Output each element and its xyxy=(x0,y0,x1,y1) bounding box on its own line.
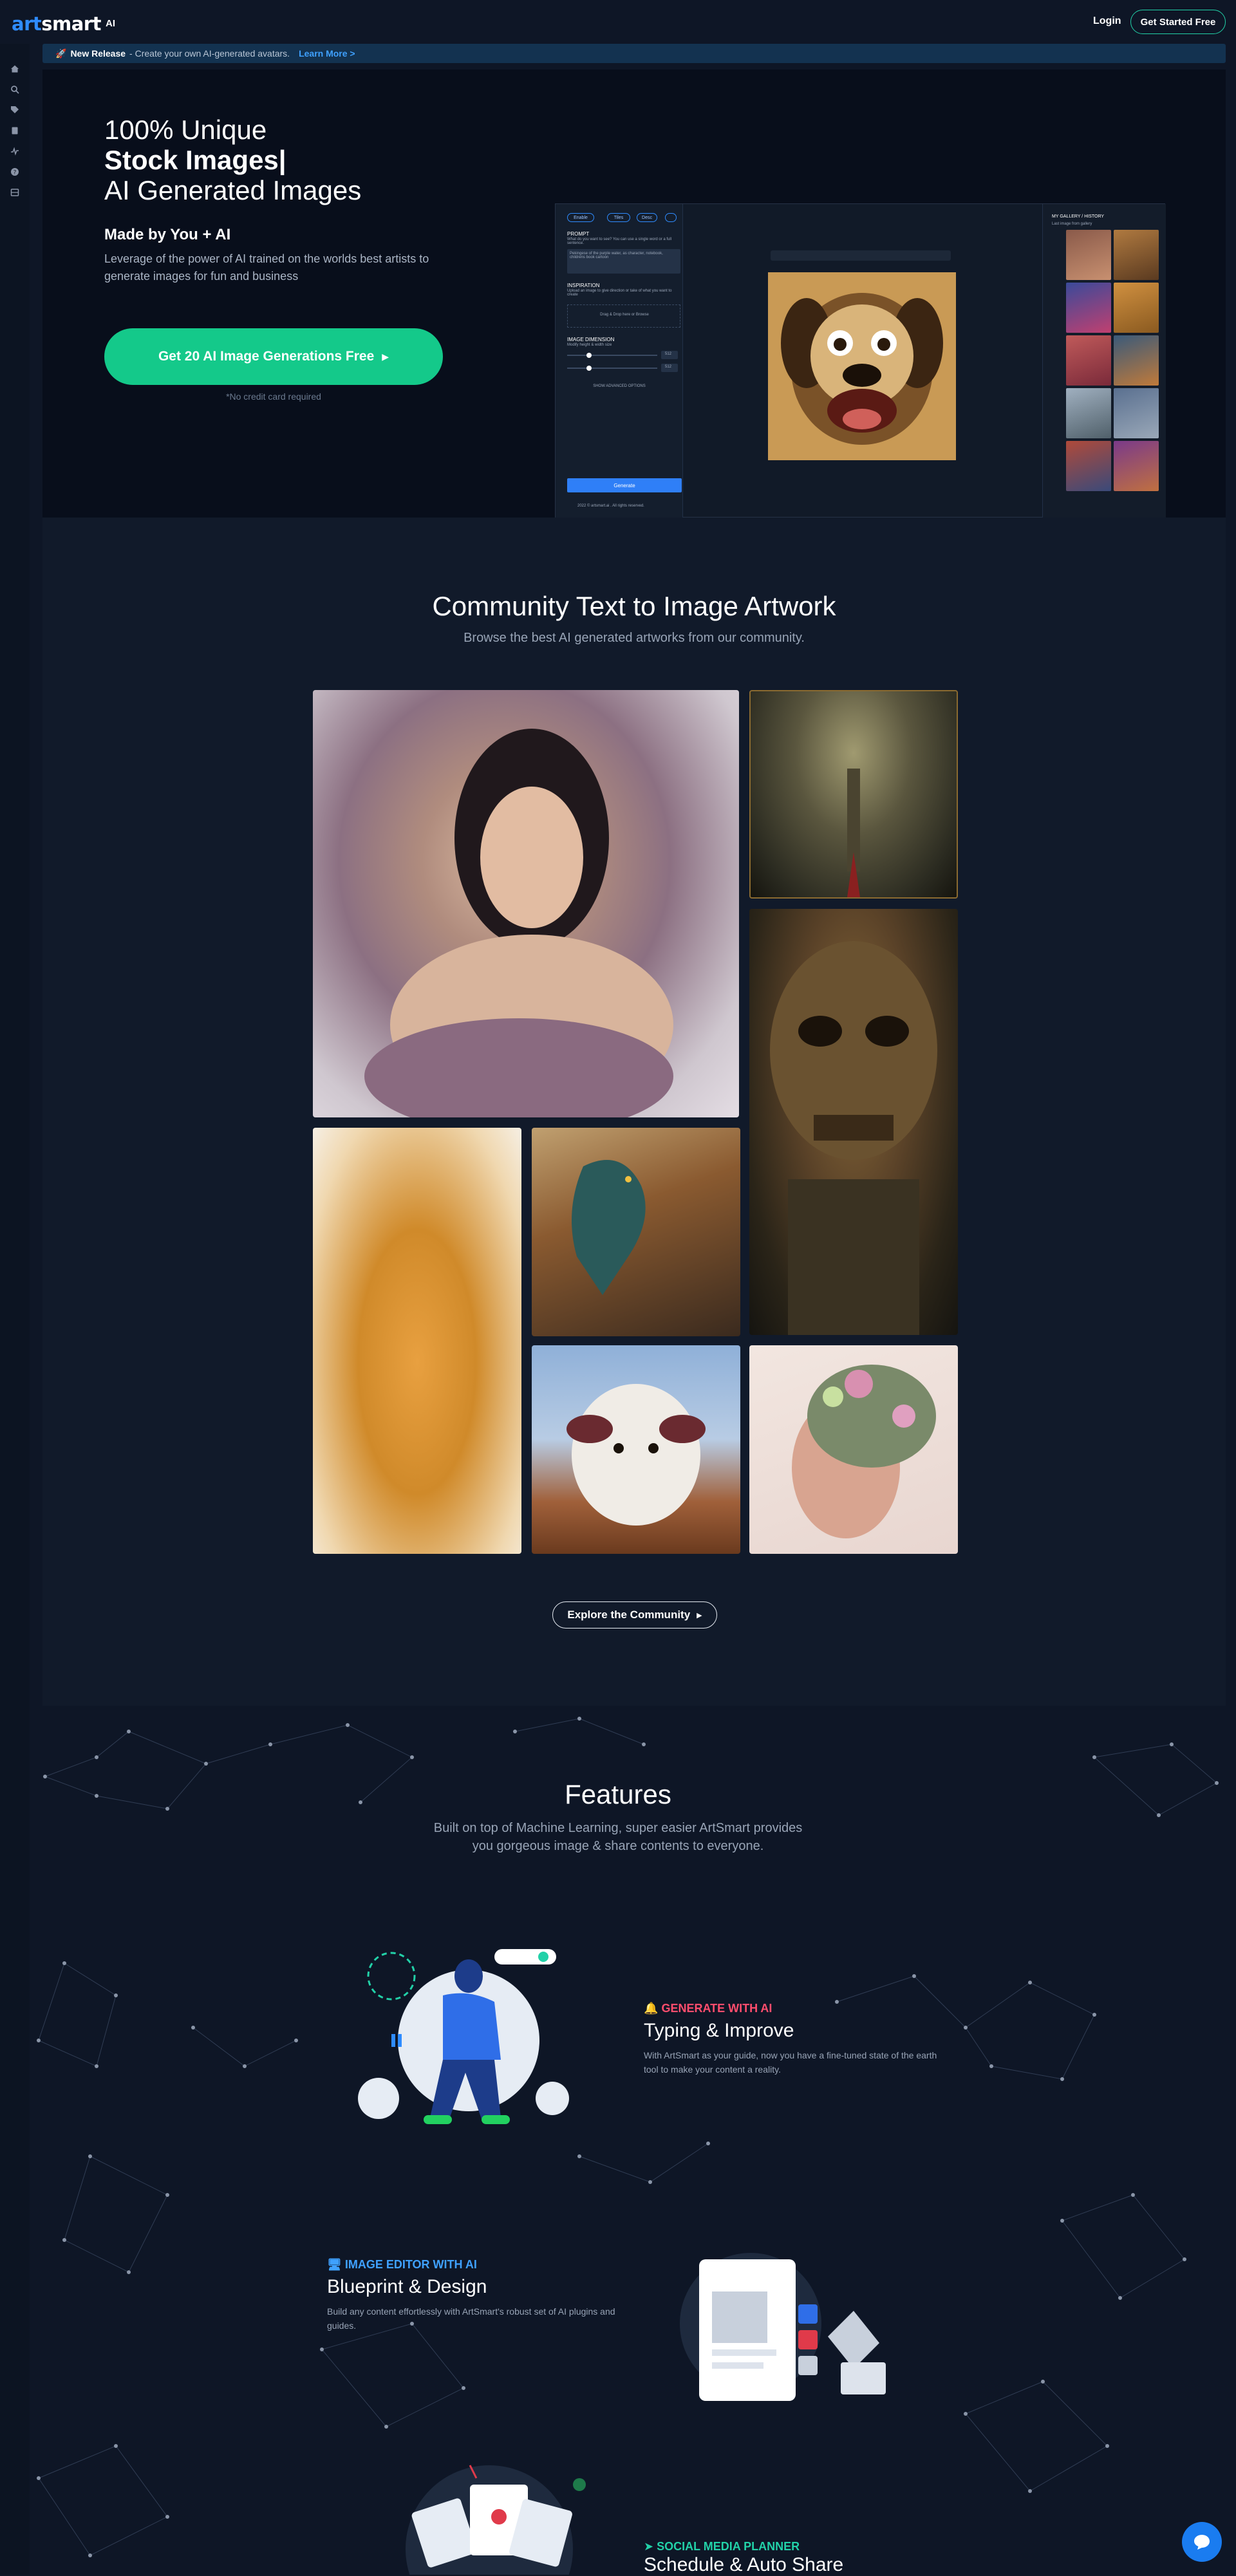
top-bar: artsmart AI Login Get Started Free xyxy=(0,0,1236,44)
hero-cta-button[interactable]: Get 20 AI Image Generations Free ▶ xyxy=(104,328,443,385)
artwork-flower-face[interactable] xyxy=(749,1345,958,1554)
home-icon[interactable] xyxy=(9,63,21,75)
feature1-label: 🔔 GENERATE WITH AI xyxy=(644,2002,772,2015)
chat-widget-button[interactable] xyxy=(1182,2522,1222,2562)
mock-advanced-options: SHOW ADVANCED OPTIONS xyxy=(593,384,646,388)
gallery-thumb xyxy=(1114,441,1159,491)
mock-prompt-hint: What do you want to see? You can use a s… xyxy=(567,238,672,245)
tag-icon[interactable] xyxy=(9,104,21,116)
bell-icon: 🔔 xyxy=(644,2002,659,2015)
mock-top-toolbar xyxy=(771,250,951,261)
mock-prompt-label: PROMPT xyxy=(567,231,590,237)
hero-description: Leverage of the power of AI trained on t… xyxy=(104,252,429,283)
generated-dog-image xyxy=(768,272,956,460)
mock-slider-2 xyxy=(567,366,657,371)
app-preview-left-panel: Enable Tiles Desc PROMPT What do you wan… xyxy=(556,204,683,518)
send-icon: ➤ xyxy=(644,2540,654,2553)
gallery-thumb xyxy=(1066,388,1111,438)
hero-section: 100% Unique Stock Images| AI Generated I… xyxy=(42,70,1226,518)
mock-prompt-input: Pekingese of the purple water, as charac… xyxy=(567,249,680,274)
cta-label: Get 20 AI Image Generations Free xyxy=(158,349,375,364)
explore-community-button[interactable]: Explore the Community ▶ xyxy=(552,1601,717,1629)
artwork-dragon[interactable] xyxy=(532,1128,740,1336)
mock-footer: 2022 © artsmart.ai . All rights reserved… xyxy=(577,504,644,508)
activity-icon[interactable] xyxy=(9,145,21,157)
release-banner: 🚀 New Release - Create your own AI-gener… xyxy=(42,44,1226,63)
mock-inspiration-label: INSPIRATION xyxy=(567,283,600,288)
artwork-orange-texture[interactable] xyxy=(313,1128,521,1554)
no-credit-card-note: *No credit card required xyxy=(226,391,321,402)
features-section: Features Built on top of Machine Learnin… xyxy=(0,1706,1236,2575)
gallery-thumb xyxy=(1114,230,1159,280)
book-icon[interactable] xyxy=(9,125,21,136)
mock-bottom-toolbar xyxy=(771,474,951,483)
community-section: Community Text to Image Artwork Browse t… xyxy=(42,518,1226,1706)
app-preview: Enable Tiles Desc PROMPT What do you wan… xyxy=(555,203,1166,518)
artwork-throne-room[interactable] xyxy=(749,690,958,899)
mock-tag-tiles: Tiles xyxy=(607,213,630,222)
hero-title-line2: Stock Images| xyxy=(104,145,286,175)
grid-icon[interactable] xyxy=(9,187,21,198)
mock-tag-user xyxy=(665,213,677,222)
hero-title-line1: 100% Unique xyxy=(104,115,267,145)
feature1-title: Typing & Improve xyxy=(644,2020,794,2041)
banner-text: - Create your own AI-generated avatars. xyxy=(129,48,290,59)
mock-gallery-title: MY GALLERY / HISTORY xyxy=(1052,214,1105,219)
feature3-title: Schedule & Auto Share xyxy=(644,2554,844,2575)
mock-dimension-hint: Modify height & width size xyxy=(567,343,612,347)
features-title: Features xyxy=(565,1779,671,1809)
explore-label: Explore the Community xyxy=(567,1609,691,1621)
mock-tag-enable: Enable xyxy=(567,213,594,222)
feature3-label: ➤ SOCIAL MEDIA PLANNER xyxy=(644,2540,800,2553)
feature-illustration-typing xyxy=(353,1937,572,2131)
features-subtitle: Built on top of Machine Learning, super … xyxy=(433,1821,803,1853)
gallery-thumb xyxy=(1114,388,1159,438)
search-icon[interactable] xyxy=(9,84,21,95)
mock-gallery-hint: Last image from gallery xyxy=(1052,222,1092,226)
mock-dropzone: Drag & Drop here or Browse xyxy=(567,304,680,328)
mock-tag-desc: Desc xyxy=(637,213,657,222)
gallery-thumb xyxy=(1066,335,1111,386)
app-preview-gallery-panel: MY GALLERY / HISTORY Last image from gal… xyxy=(1042,204,1166,518)
mock-dim-value-2: 512 xyxy=(661,364,678,372)
play-arrow-icon: ▶ xyxy=(697,1611,702,1619)
community-title: Community Text to Image Artwork xyxy=(432,591,836,621)
mock-slider-1 xyxy=(567,353,657,358)
artwork-sheep[interactable] xyxy=(532,1345,740,1554)
community-subtitle: Browse the best AI generated artworks fr… xyxy=(464,631,805,645)
gallery-thumb xyxy=(1114,335,1159,386)
artwork-skull-creature[interactable] xyxy=(749,909,958,1335)
mock-inspiration-hint: Upload an image to give direction or tak… xyxy=(567,289,672,297)
play-arrow-icon: ▶ xyxy=(382,351,389,362)
svg-text:?: ? xyxy=(14,170,17,176)
login-link[interactable]: Login xyxy=(1093,15,1121,27)
gallery-thumb xyxy=(1066,441,1111,491)
feature2-title: Blueprint & Design xyxy=(327,2276,487,2297)
new-release-label: New Release xyxy=(70,48,126,59)
feature1-text: With ArtSmart as your guide, now you hav… xyxy=(644,2050,937,2075)
learn-more-link[interactable]: Learn More > xyxy=(299,48,355,59)
mock-dimension-label: IMAGE DIMENSION xyxy=(567,337,615,342)
feature2-text: Build any content effortlessly with ArtS… xyxy=(327,2306,615,2331)
artwork-woman-portrait[interactable] xyxy=(313,690,739,1117)
feature2-label: 🖥 IMAGE EDITOR WITH AI xyxy=(327,2258,477,2271)
hero-title-line3: AI Generated Images xyxy=(104,175,362,205)
mock-dim-value-1: 512 xyxy=(661,351,678,359)
help-icon[interactable]: ? xyxy=(9,166,21,178)
hero-made-by: Made by You + AI xyxy=(104,226,231,243)
devices-icon: 🖥 xyxy=(327,2258,342,2271)
gallery-thumb xyxy=(1114,283,1159,333)
logo[interactable]: artsmart xyxy=(12,13,101,35)
gallery-thumb xyxy=(1066,230,1111,280)
feature-illustration-blueprint xyxy=(660,2221,905,2414)
get-started-button[interactable]: Get Started Free xyxy=(1130,10,1226,34)
gallery-thumb xyxy=(1066,283,1111,333)
chat-bubble-icon xyxy=(1194,2535,1210,2550)
mock-generate-button: Generate xyxy=(567,478,682,492)
logo-ai-suffix: AI xyxy=(106,18,115,29)
feature-illustration-social xyxy=(373,2446,605,2575)
rocket-icon: 🚀 xyxy=(55,48,67,59)
